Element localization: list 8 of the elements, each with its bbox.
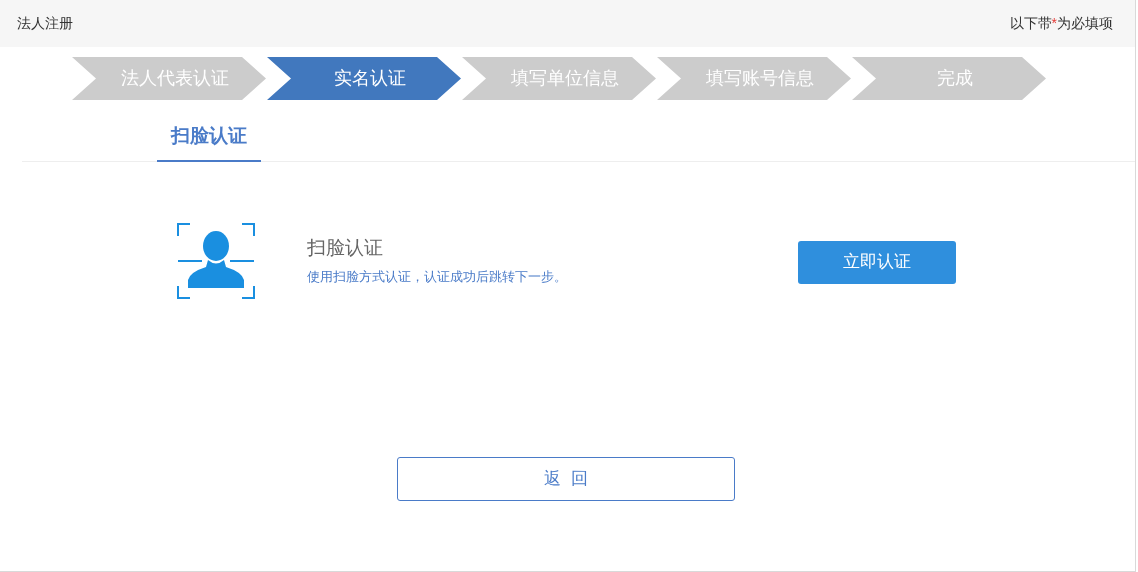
tab[interactable]: 扫脸认证 [157, 122, 261, 162]
back-button[interactable]: 返 回 [397, 457, 735, 501]
method-description: 使用扫脸方式认证，认证成功后跳转下一步。 [307, 268, 568, 287]
required-note: 以下带*为必填项 [1009, 14, 1114, 33]
page-title: 法人注册 [17, 14, 73, 33]
method-title: 扫脸认证 [307, 236, 384, 261]
verify-button[interactable]: 立即认证 [798, 240, 956, 284]
face-scan-icon [176, 222, 256, 300]
